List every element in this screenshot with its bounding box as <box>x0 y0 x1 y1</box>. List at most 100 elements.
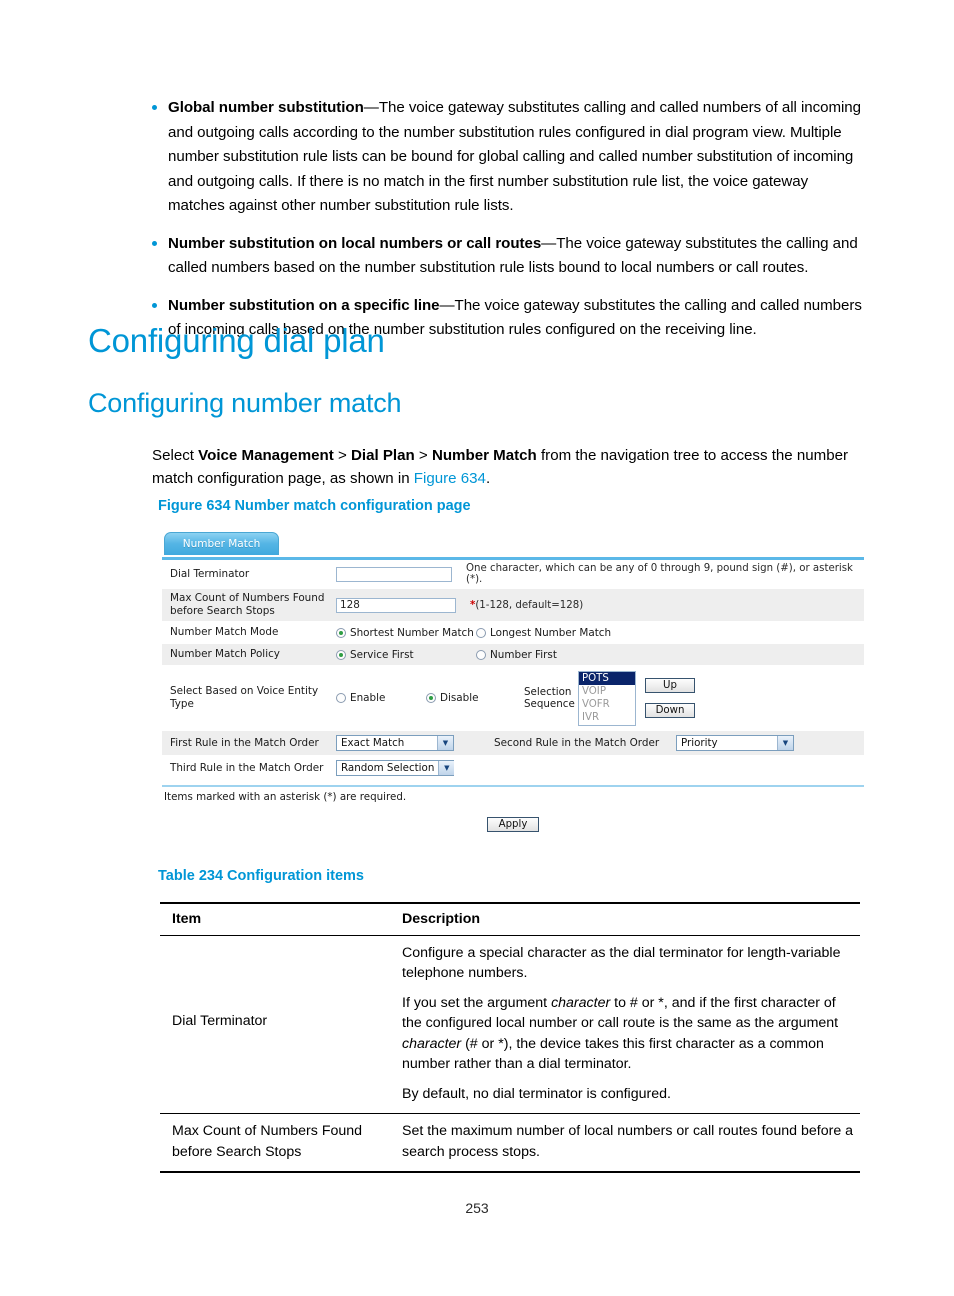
move-down-button[interactable]: Down <box>645 703 695 718</box>
intro-select-word: Select <box>152 447 199 464</box>
sequence-button-stack: Up Down <box>645 678 695 718</box>
list-item: Number substitution on local numbers or … <box>152 232 868 281</box>
bullet-text: Number substitution on local numbers or … <box>168 232 868 281</box>
configuration-items-table: Item Description Dial Terminator Configu… <box>160 902 860 1173</box>
apply-bar: Apply <box>162 803 864 832</box>
nav-separator-2: > <box>414 447 432 464</box>
max-count-range: (1-128, default=128) <box>475 599 584 611</box>
radio-entity-enable[interactable]: Enable <box>336 692 426 704</box>
table-rule-bottom <box>160 1171 860 1173</box>
list-item[interactable]: IVR <box>579 711 635 724</box>
value-max-count: 128 *(1-128, default=128) <box>330 589 864 621</box>
required-fields-note: Items marked with an asterisk (*) are re… <box>164 791 407 803</box>
list-item[interactable]: VOIP <box>579 685 635 698</box>
label-third-rule: Third Rule in the Match Order <box>162 756 330 780</box>
radio-shortest-number-match[interactable]: Shortest Number Match <box>336 627 476 639</box>
third-rule-spacer <box>490 756 670 780</box>
select-value: Random Selection <box>341 762 435 774</box>
description-paragraph: By default, no dial terminator is config… <box>402 1085 671 1102</box>
nav-path-1: Voice Management <box>198 447 334 464</box>
chevron-down-icon: ▼ <box>437 736 453 750</box>
radio-service-first[interactable]: Service First <box>336 649 476 661</box>
tab-label: Number Match <box>182 538 261 550</box>
description-paragraph: If you set the argument character to # o… <box>402 994 839 1073</box>
select-value: Exact Match <box>341 737 405 749</box>
bullet-term: Number substitution on local numbers or … <box>168 234 542 252</box>
list-item[interactable]: VOFR <box>579 698 635 711</box>
chevron-down-icon: ▼ <box>777 736 793 750</box>
column-header-item: Item <box>172 911 202 927</box>
label-first-rule: First Rule in the Match Order <box>162 731 330 755</box>
select-value: Priority <box>681 737 718 749</box>
radio-label: Disable <box>440 692 479 704</box>
row-item-label: Max Count of Numbers Found before Search… <box>172 1123 363 1160</box>
figure-cross-reference-link[interactable]: Figure 634 <box>414 470 486 487</box>
radio-longest-number-match[interactable]: Longest Number Match <box>476 627 626 639</box>
bullet-dot-icon <box>152 302 168 308</box>
bullet-term: Number substitution on a specific line <box>168 296 440 314</box>
bullet-text: Global number substitution—The voice gat… <box>168 96 868 219</box>
radio-entity-disable[interactable]: Disable <box>426 692 518 704</box>
form-row-dial-terminator: Dial Terminator One character, which can… <box>162 560 864 589</box>
bullet-term: Global number substitution <box>168 99 364 116</box>
tab-number-match[interactable]: Number Match <box>164 532 279 555</box>
figure-number-match-configuration-page: Number Match Dial Terminator One charact… <box>162 529 864 844</box>
second-rule-select[interactable]: Priority ▼ <box>676 735 794 751</box>
row-item-label: Dial Terminator <box>160 936 402 1114</box>
third-rule-select[interactable]: Random Selection ▼ <box>336 760 455 776</box>
label-max-count: Max Count of Numbers Found before Search… <box>162 589 330 621</box>
column-header-description: Description <box>402 911 481 927</box>
first-rule-select[interactable]: Exact Match ▼ <box>336 735 454 751</box>
bullet-dash: — <box>439 296 455 314</box>
form-row-number-match-policy: Number Match Policy Service First Number… <box>162 644 864 666</box>
form-row-third-rule: Third Rule in the Match Order Random Sel… <box>162 756 864 781</box>
radio-label: Longest Number Match <box>490 626 612 639</box>
apply-button[interactable]: Apply <box>487 817 539 832</box>
label-selection-sequence: Selection Sequence <box>524 686 575 710</box>
tab-strip: Number Match <box>162 529 864 560</box>
bullet-dot-icon <box>152 240 168 246</box>
voice-entity-controls: Enable Disable Selection Sequence POTS V… <box>336 670 858 726</box>
row-description: Set the maximum number of local numbers … <box>402 1114 860 1171</box>
selection-sequence-listbox[interactable]: POTS VOIP VOFR IVR <box>578 670 636 726</box>
label-number-match-mode: Number Match Mode <box>170 626 279 638</box>
list-item[interactable]: POTS <box>579 671 635 685</box>
description-paragraph: Set the maximum number of local numbers … <box>402 1123 854 1160</box>
third-rule-spacer-2 <box>670 756 864 780</box>
description-paragraph: Configure a special character as the dia… <box>402 944 841 982</box>
figure-caption: Figure 634 Number match configuration pa… <box>158 498 471 514</box>
page-number: 253 <box>465 1200 489 1216</box>
dial-terminator-hint: One character, which can be any of 0 thr… <box>466 563 853 585</box>
radio-number-first[interactable]: Number First <box>476 649 626 661</box>
row-item-text: Dial Terminator <box>172 1012 268 1029</box>
intro-paragraph: Select Voice Management > Dial Plan > Nu… <box>152 444 868 490</box>
move-up-button[interactable]: Up <box>645 678 695 693</box>
bullet-dash: — <box>541 234 557 252</box>
max-count-input[interactable]: 128 <box>336 597 456 613</box>
italic-term: character <box>551 994 611 1011</box>
max-count-hint: *(1-128, default=128) <box>456 600 583 611</box>
value-voice-entity-type: Enable Disable Selection Sequence POTS V… <box>330 666 864 730</box>
page-title: Configuring dial plan <box>88 322 385 359</box>
table-caption: Table 234 Configuration items <box>158 868 364 884</box>
list-item: Global number substitution—The voice gat… <box>152 96 868 219</box>
radio-off-icon <box>336 693 346 703</box>
table-row: Dial Terminator Configure a special char… <box>160 936 860 1114</box>
bullet-body: The voice gateway substitutes calling an… <box>168 99 861 214</box>
nav-separator-1: > <box>333 447 351 464</box>
nav-path-3: Number Match <box>431 447 537 464</box>
radio-off-icon <box>476 649 486 660</box>
radio-label: Shortest Number Match <box>350 626 474 639</box>
section-heading: Configuring number match <box>88 388 402 418</box>
italic-term: character <box>402 1035 462 1052</box>
radio-label: Number First <box>490 648 557 661</box>
dial-terminator-input[interactable] <box>336 566 453 582</box>
label-voice-entity-type: Select Based on Voice Entity Type <box>170 685 319 710</box>
nav-path-2: Dial Plan <box>350 447 415 464</box>
value-first-rule: Exact Match ▼ <box>330 731 490 755</box>
radio-on-icon <box>336 627 346 638</box>
row-description: Configure a special character as the dia… <box>402 936 860 1114</box>
value-third-rule: Random Selection ▼ <box>330 756 490 780</box>
chevron-down-icon: ▼ <box>438 761 455 775</box>
radio-label: Enable <box>350 692 386 704</box>
